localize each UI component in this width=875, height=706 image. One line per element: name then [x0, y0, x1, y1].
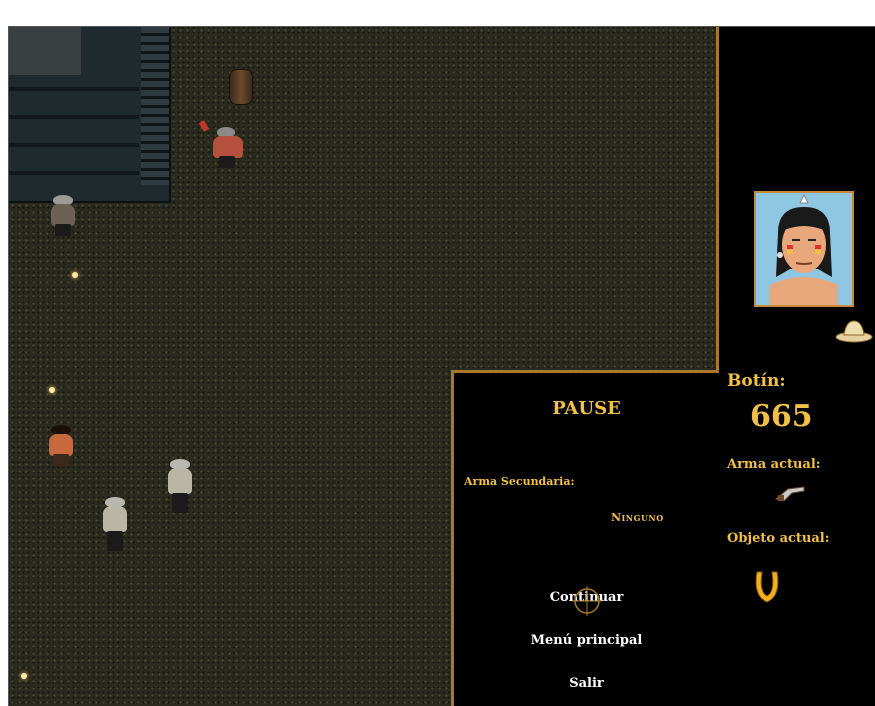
bullet: [49, 387, 55, 393]
exit-button[interactable]: Salir: [454, 676, 719, 691]
game-viewport: Botín: 665 Arma actual: Objeto actual: P…: [8, 26, 875, 706]
revolver-icon: [774, 483, 806, 503]
enemy-bandit: [47, 195, 83, 239]
pause-title: PAUSE: [552, 398, 621, 419]
cowboy-hat-icon: [834, 315, 874, 345]
enemy-gunman: [164, 459, 198, 519]
hud-sidebar: Botín: 665 Arma actual: Objeto actual:: [719, 27, 875, 706]
exit-label: Salir: [569, 676, 604, 691]
main-menu-button[interactable]: Menú principal: [454, 633, 719, 648]
crosshair-cursor-icon: [572, 586, 602, 616]
player-character: [45, 425, 77, 469]
current-item-label: Objeto actual:: [727, 531, 830, 546]
main-menu-label: Menú principal: [530, 633, 643, 648]
pause-menu: PAUSE Arma Secundaria: Ninguno Continuar…: [451, 370, 719, 706]
building-roof: [9, 27, 81, 75]
secondary-weapon-value: Ninguno: [611, 511, 664, 524]
building-stairs: [141, 27, 169, 185]
building-plank: [9, 171, 139, 175]
building-plank: [9, 87, 139, 91]
loot-label: Botín:: [727, 371, 786, 391]
bullet: [72, 272, 78, 278]
current-weapon-label: Arma actual:: [727, 457, 821, 472]
barrel: [229, 69, 253, 105]
loot-value: 665: [750, 399, 813, 434]
secondary-weapon-label: Arma Secundaria:: [464, 475, 575, 488]
horseshoe-icon: [751, 568, 783, 606]
bullet: [21, 673, 27, 679]
enemy-dynamite-thrower: [198, 120, 247, 177]
saloon-building: [9, 27, 171, 203]
building-plank: [9, 143, 139, 147]
enemy-gunman: [99, 497, 133, 557]
building-plank: [9, 115, 139, 119]
native-chief-portrait: [754, 191, 854, 307]
